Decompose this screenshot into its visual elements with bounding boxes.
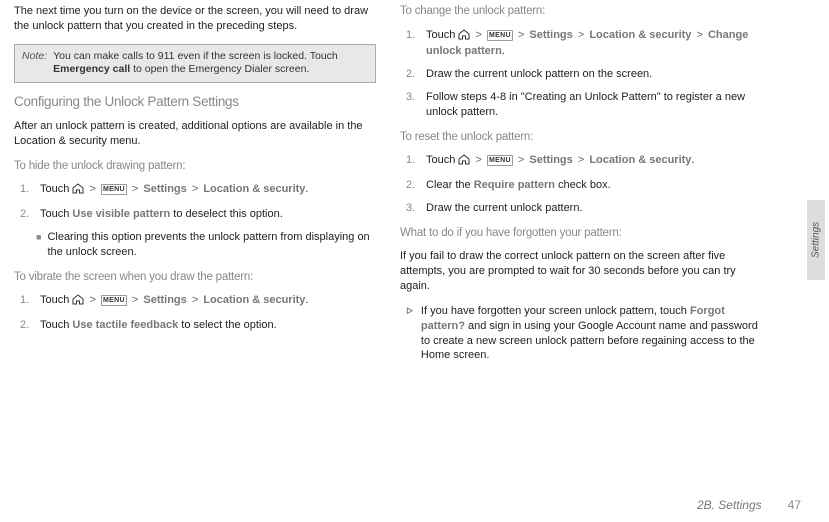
sub-bullet-text: Clearing this option prevents the unlock…	[47, 230, 376, 260]
note-text: You can make calls to 911 even if the sc…	[53, 50, 368, 77]
arrow-bullet-text: If you have forgotten your screen unlock…	[421, 304, 762, 363]
step-text: Touch Use visible pattern to deselect th…	[40, 207, 376, 222]
caret-right-icon: ᐅ	[406, 304, 413, 363]
heading-change: To change the unlock pattern:	[400, 4, 762, 20]
chevron-right-icon: >	[576, 154, 586, 166]
note-box: Note: You can make calls to 911 even if …	[14, 44, 376, 83]
chevron-right-icon: >	[576, 29, 586, 41]
chevron-right-icon: >	[130, 294, 140, 306]
step-text: Touch > MENU > Settings > Location & sec…	[40, 293, 376, 310]
intro-para: The next time you turn on the device or …	[14, 4, 376, 34]
page-footer: 2B. Settings 47	[697, 498, 801, 512]
list-item: 3. Draw the current unlock pattern.	[400, 201, 762, 216]
list-item: 2. Touch Use tactile feedback to select …	[14, 318, 376, 333]
config-para: After an unlock pattern is created, addi…	[14, 119, 376, 149]
home-icon	[458, 29, 470, 45]
list-item: 1. Touch > MENU > Settings > Location & …	[400, 28, 762, 60]
list-item: 1. Touch > MENU > Settings > Location & …	[14, 182, 376, 199]
list-item: 3. Follow steps 4-8 in "Creating an Unlo…	[400, 90, 762, 120]
step-number: 1.	[406, 28, 420, 60]
step-number: 2.	[20, 207, 34, 222]
step-text: Follow steps 4-8 in "Creating an Unlock …	[426, 90, 762, 120]
left-column: The next time you turn on the device or …	[14, 4, 376, 371]
home-icon	[72, 294, 84, 310]
step-number: 2.	[20, 318, 34, 333]
chevron-right-icon: >	[190, 183, 200, 195]
step-text: Touch > MENU > Settings > Location & sec…	[426, 28, 762, 60]
heading-vibrate: To vibrate the screen when you draw the …	[14, 270, 376, 286]
step-text: Touch > MENU > Settings > Location & sec…	[426, 153, 762, 170]
square-bullet-icon: ■	[36, 230, 41, 260]
right-column: To change the unlock pattern: 1. Touch >…	[400, 4, 762, 371]
step-text: Touch > MENU > Settings > Location & sec…	[40, 182, 376, 199]
step-number: 2.	[406, 178, 420, 193]
menu-icon: MENU	[101, 184, 127, 195]
home-icon	[458, 154, 470, 170]
footer-section: 2B. Settings	[697, 498, 762, 512]
list-item: 2. Touch Use visible pattern to deselect…	[14, 207, 376, 222]
step-number: 2.	[406, 67, 420, 82]
step-text: Draw the current unlock pattern on the s…	[426, 67, 762, 82]
chevron-right-icon: >	[516, 29, 526, 41]
forgot-para: If you fail to draw the correct unlock p…	[400, 249, 762, 294]
menu-icon: MENU	[487, 155, 513, 166]
step-text: Draw the current unlock pattern.	[426, 201, 762, 216]
list-item: 1. Touch > MENU > Settings > Location & …	[14, 293, 376, 310]
chevron-right-icon: >	[694, 29, 704, 41]
list-item: 2. Draw the current unlock pattern on th…	[400, 67, 762, 82]
step-number: 3.	[406, 90, 420, 120]
sub-bullet: ■ Clearing this option prevents the unlo…	[14, 230, 376, 260]
side-tab: Settings	[807, 200, 825, 280]
heading-reset: To reset the unlock pattern:	[400, 130, 762, 146]
list-item: 1. Touch > MENU > Settings > Location & …	[400, 153, 762, 170]
menu-icon: MENU	[101, 295, 127, 306]
step-text: Touch Use tactile feedback to select the…	[40, 318, 376, 333]
page-number: 47	[788, 498, 801, 512]
heading-forgot: What to do if you have forgotten your pa…	[400, 226, 762, 242]
step-text: Clear the Require pattern check box.	[426, 178, 762, 193]
chevron-right-icon: >	[473, 29, 483, 41]
step-number: 3.	[406, 201, 420, 216]
step-number: 1.	[20, 293, 34, 310]
chevron-right-icon: >	[516, 154, 526, 166]
chevron-right-icon: >	[473, 154, 483, 166]
chevron-right-icon: >	[130, 183, 140, 195]
chevron-right-icon: >	[87, 183, 97, 195]
heading-hide: To hide the unlock drawing pattern:	[14, 159, 376, 175]
chevron-right-icon: >	[190, 294, 200, 306]
chevron-right-icon: >	[87, 294, 97, 306]
heading-configure: Configuring the Unlock Pattern Settings	[14, 93, 376, 111]
list-item: 2. Clear the Require pattern check box.	[400, 178, 762, 193]
step-number: 1.	[406, 153, 420, 170]
home-icon	[72, 183, 84, 199]
arrow-bullet: ᐅ If you have forgotten your screen unlo…	[400, 304, 762, 363]
page-body: The next time you turn on the device or …	[0, 0, 784, 371]
menu-icon: MENU	[487, 30, 513, 41]
note-label: Note:	[22, 50, 47, 77]
step-number: 1.	[20, 182, 34, 199]
